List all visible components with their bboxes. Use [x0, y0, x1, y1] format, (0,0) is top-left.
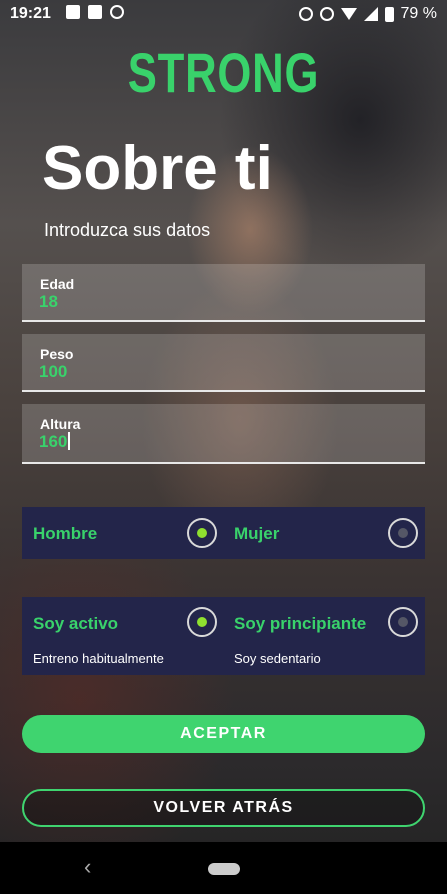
shield-icon	[110, 5, 124, 19]
status-icons-left	[66, 5, 124, 19]
age-value[interactable]: 18	[39, 292, 58, 312]
height-value[interactable]: 160	[39, 432, 71, 452]
activity-active-label[interactable]: Soy activo	[33, 614, 118, 634]
home-pill-icon[interactable]	[208, 863, 240, 875]
back-button[interactable]: VOLVER ATRÁS	[22, 789, 425, 827]
activity-active-description: Entreno habitualmente	[33, 651, 164, 666]
mute-icon	[319, 7, 334, 21]
height-field[interactable]: Altura 160	[22, 404, 425, 464]
age-field[interactable]: Edad 18	[22, 264, 425, 322]
gender-female-radio[interactable]	[388, 518, 418, 548]
battery-percent: 79 %	[400, 5, 437, 22]
gender-female-label[interactable]: Mujer	[234, 524, 279, 544]
radio-dot	[197, 528, 207, 538]
height-label: Altura	[40, 416, 81, 432]
back-icon[interactable]: ‹	[84, 854, 91, 880]
gender-panel: Hombre Mujer	[22, 507, 425, 559]
activity-active-radio[interactable]	[187, 607, 217, 637]
battery-icon	[384, 6, 394, 22]
image-icon	[66, 5, 80, 19]
activity-beginner-radio[interactable]	[388, 607, 418, 637]
height-value-text: 160	[39, 432, 68, 451]
activity-panel: Soy activo Entreno habitualmente Soy pri…	[22, 597, 425, 675]
radio-dot	[398, 528, 408, 538]
status-bar: 19:21 79 %	[0, 0, 447, 28]
weight-field[interactable]: Peso 100	[22, 334, 425, 392]
laptop-icon	[88, 5, 102, 19]
radio-dot	[398, 617, 408, 627]
activity-beginner-description: Soy sedentario	[234, 651, 321, 666]
activity-beginner-label[interactable]: Soy principiante	[234, 614, 366, 634]
gender-male-label[interactable]: Hombre	[33, 524, 97, 544]
system-nav-bar: ‹	[0, 842, 447, 894]
page-subtitle: Introduzca sus datos	[44, 220, 211, 240]
wifi-icon	[340, 8, 357, 20]
gender-male-radio[interactable]	[187, 518, 217, 548]
age-label: Edad	[40, 276, 75, 292]
status-icons-right: 79 %	[298, 5, 437, 23]
status-time: 19:21	[10, 5, 51, 22]
app-logo: STRONG	[127, 41, 320, 104]
weight-label: Peso	[40, 346, 74, 362]
radio-dot	[197, 617, 207, 627]
screen: 19:21 79 % STRONG Sobre ti Introduzca su…	[0, 0, 447, 894]
alarm-icon	[298, 7, 313, 21]
page-title: Sobre ti	[42, 134, 273, 203]
accept-button[interactable]: ACEPTAR	[22, 715, 425, 753]
text-cursor	[68, 432, 71, 450]
weight-value[interactable]: 100	[39, 362, 67, 382]
signal-icon	[363, 7, 378, 21]
